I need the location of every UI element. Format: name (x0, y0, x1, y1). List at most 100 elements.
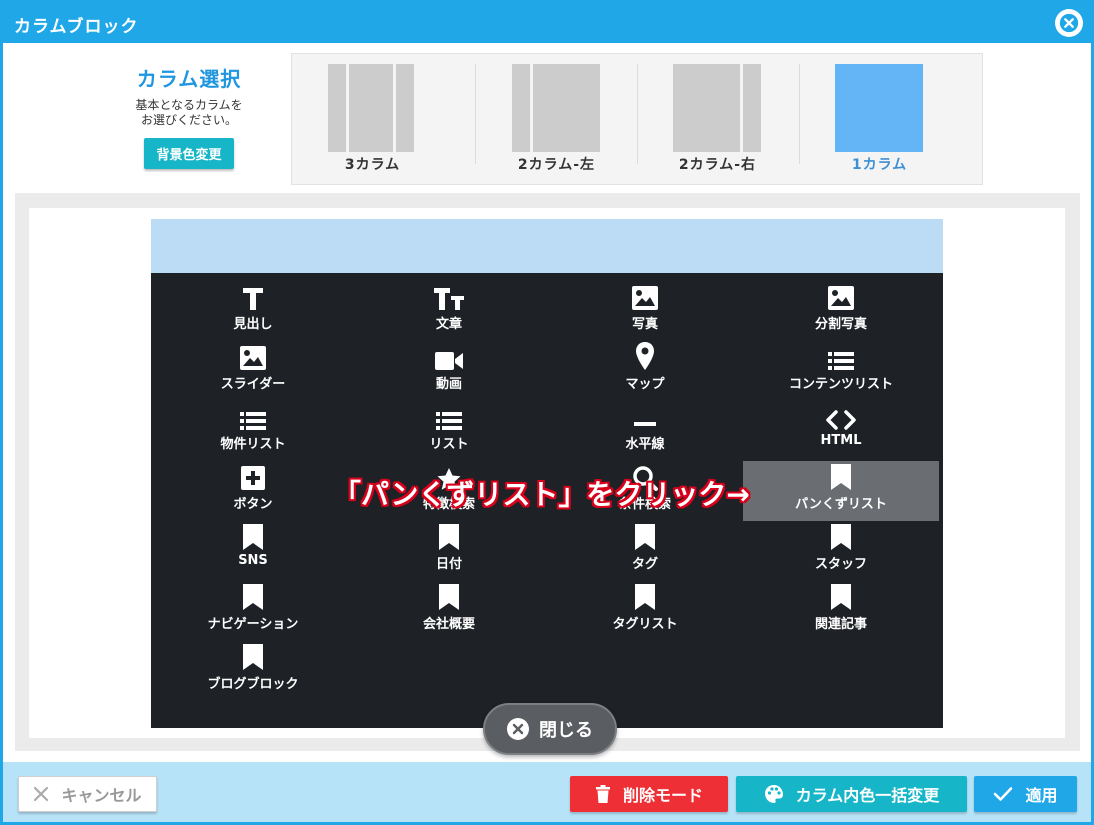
palette-item[interactable]: ブログブロック (155, 641, 351, 701)
palette-item-label: 会社概要 (422, 617, 475, 632)
palette-item[interactable]: 見出し (155, 281, 351, 341)
list-icon (155, 401, 351, 431)
palette-item-label: パンくずリスト (795, 497, 887, 512)
bookmark-icon (547, 581, 743, 611)
palette-item[interactable]: スライダー (155, 341, 351, 401)
bookmark-icon (155, 521, 351, 551)
palette-item-label: 日付 (435, 557, 462, 572)
image-icon (155, 341, 351, 371)
palette-item[interactable]: タグリスト (547, 581, 743, 641)
palette-item[interactable]: 関連記事 (743, 581, 939, 641)
close-icon (507, 718, 529, 740)
cancel-button[interactable]: キャンセル (18, 776, 157, 812)
palette-item[interactable]: スタッフ (743, 521, 939, 581)
layout-option-2-column-right[interactable]: 2カラム-右 (637, 54, 798, 184)
plus-square-icon (155, 461, 351, 491)
palette-item[interactable]: 会社概要 (351, 581, 547, 641)
palette-item-label: タグリスト (612, 617, 678, 632)
palette-item-label: 分割写真 (814, 317, 867, 332)
close-icon (34, 786, 49, 802)
layout-preview-1-column (835, 64, 923, 152)
image-icon (547, 281, 743, 311)
dialog-title: カラムブロック (14, 17, 139, 37)
palette-item[interactable]: HTML (743, 401, 939, 461)
close-circle-icon (1059, 13, 1079, 33)
dialog-titlebar: カラムブロック (3, 3, 1091, 43)
editor-canvas: 見出し 文章 写真 分割写真スライダー 動画 マップ コンテンツリスト物件リスト リスト 水平線… (15, 193, 1080, 751)
palette-item[interactable]: SNS (155, 521, 351, 581)
column-block-dialog: カラムブロック カラム選択 基本となるカラムを お選びください。 背景色変更 3… (0, 0, 1094, 825)
text-size-icon (351, 281, 547, 311)
palette-item[interactable]: 日付 (351, 521, 547, 581)
palette-item[interactable]: 水平線 (547, 401, 743, 461)
bookmark-icon (351, 521, 547, 551)
trash-icon (595, 785, 610, 803)
palette-item-label: 写真 (631, 317, 658, 332)
palette-item[interactable]: 物件リスト (155, 401, 351, 461)
palette-item-label: スタッフ (814, 557, 867, 572)
column-select-section: カラム選択 基本となるカラムを お選びください。 背景色変更 (103, 63, 275, 169)
palette-item-label: スライダー (220, 377, 286, 392)
bookmark-icon (547, 521, 743, 551)
palette-item-label: 動画 (435, 377, 462, 392)
column-color-bulk-change-button[interactable]: カラム内色一括変更 (736, 776, 967, 812)
layout-option-1-column[interactable]: 1カラム (799, 54, 960, 184)
bookmark-icon (743, 461, 939, 491)
layout-preview-2-column-left (512, 64, 600, 152)
palette-item[interactable]: 分割写真 (743, 281, 939, 341)
list-icon (351, 401, 547, 431)
palette-item-label: ボタン (233, 497, 273, 512)
close-palette-button[interactable]: 閉じる (483, 703, 617, 755)
palette-item-label: 関連記事 (814, 617, 867, 632)
column-preview-area[interactable] (151, 219, 943, 273)
palette-item-label: コンテンツリスト (788, 377, 893, 392)
instruction-callout: 「パンくずリスト」をクリック→ (333, 478, 750, 511)
layout-preview-2-column-right (673, 64, 761, 152)
palette-item-label: HTML (820, 433, 862, 448)
palette-item[interactable]: タグ (547, 521, 743, 581)
background-color-button[interactable]: 背景色変更 (144, 138, 234, 169)
palette-item[interactable]: ナビゲーション (155, 581, 351, 641)
layout-option-3-column[interactable]: 3カラム (292, 54, 453, 184)
bookmark-icon (743, 581, 939, 611)
palette-item[interactable]: 文章 (351, 281, 547, 341)
layout-option-label: 1カラム (851, 157, 908, 173)
close-palette-label: 閉じる (539, 720, 593, 741)
palette-item[interactable]: ボタン (155, 461, 351, 521)
dialog-footer: キャンセル 削除モード カラム内色一括変更 適用 (3, 762, 1091, 822)
layout-preview-3-column (328, 64, 416, 152)
check-icon (994, 787, 1013, 801)
palette-item-label: リスト (429, 437, 469, 452)
palette-item[interactable]: マップ (547, 341, 743, 401)
description-line-1: 基本となるカラムを (135, 98, 243, 112)
palette-item[interactable]: パンくずリスト (743, 461, 939, 521)
map-marker-icon (547, 341, 743, 371)
list-icon (743, 341, 939, 371)
palette-item[interactable]: リスト (351, 401, 547, 461)
palette-item-label: ブログブロック (207, 677, 299, 692)
palette-item[interactable]: 写真 (547, 281, 743, 341)
video-icon (351, 341, 547, 371)
bookmark-icon (743, 521, 939, 551)
palette-item-label: 物件リスト (220, 437, 286, 452)
palette-item-label: タグ (631, 557, 658, 572)
palette-item-label: ナビゲーション (207, 617, 299, 632)
dialog-close-button[interactable] (1055, 9, 1083, 37)
bookmark-icon (351, 581, 547, 611)
column-select-description: 基本となるカラムを お選びください。 (103, 98, 275, 128)
layout-option-label: 2カラム-右 (678, 157, 757, 173)
layout-options-panel: 3カラム 2カラム-左 2カラム-右 1カラム (291, 53, 983, 185)
bookmark-icon (155, 581, 351, 611)
palette-item-label: SNS (238, 553, 268, 568)
layout-option-2-column-left[interactable]: 2カラム-左 (476, 54, 637, 184)
apply-button[interactable]: 適用 (974, 776, 1077, 812)
palette-item[interactable]: コンテンツリスト (743, 341, 939, 401)
palette-item-label: 水平線 (625, 437, 665, 452)
code-icon (743, 401, 939, 431)
delete-mode-button[interactable]: 削除モード (570, 776, 728, 812)
cancel-label: キャンセル (61, 786, 142, 805)
heading-icon (155, 281, 351, 311)
description-line-2: お選びください。 (140, 113, 237, 127)
palette-item[interactable]: 動画 (351, 341, 547, 401)
image-icon (743, 281, 939, 311)
